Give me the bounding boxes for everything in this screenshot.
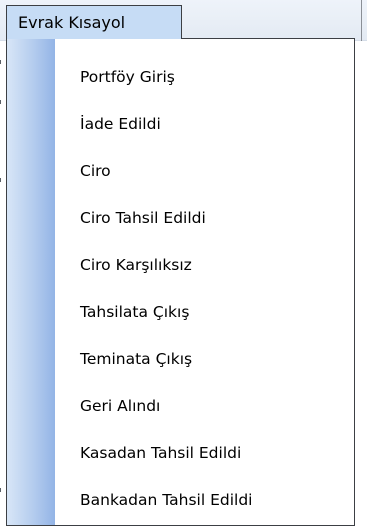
window-edge-tick (0, 178, 1, 182)
menu-item-ciro-tahsil-edildi[interactable]: Ciro Tahsil Edildi (56, 196, 353, 240)
menu-icon-gutter (7, 39, 55, 525)
menu-item-iade-edildi[interactable]: İade Edildi (56, 102, 353, 146)
menu-item-kasadan-tahsil-edildi[interactable]: Kasadan Tahsil Edildi (56, 431, 353, 475)
menu-item-bankadan-tahsil-edildi[interactable]: Bankadan Tahsil Edildi (56, 478, 353, 522)
window-edge-tick (0, 60, 1, 64)
window-edge-tick (0, 100, 1, 104)
menu-evrak-kisayol[interactable]: Evrak Kısayol (6, 5, 182, 39)
menu-item-ciro-karsiliksiz[interactable]: Ciro Karşılıksız (56, 243, 353, 287)
menu-item-portfoy-giris[interactable]: Portföy Giriş (56, 55, 353, 99)
evrak-kisayol-dropdown: Portföy Giriş İade Edildi Ciro Ciro Tahs… (6, 38, 355, 526)
menu-item-ciro[interactable]: Ciro (56, 149, 353, 193)
window-edge (361, 0, 362, 41)
menu-item-geri-alindi[interactable]: Geri Alındı (56, 384, 353, 428)
menu-item-teminata-cikis[interactable]: Teminata Çıkış (56, 337, 353, 381)
window-edge-tick (0, 488, 1, 492)
menu-item-tahsilata-cikis[interactable]: Tahsilata Çıkış (56, 290, 353, 334)
